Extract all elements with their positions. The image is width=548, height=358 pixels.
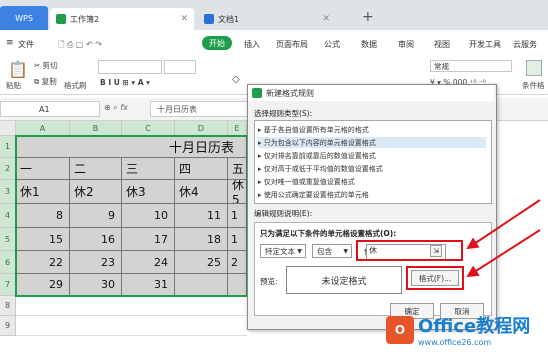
annotation-arrows: [466, 199, 541, 278]
arrow-to-format-button: [466, 229, 541, 278]
watermark: O Office教程网 www.office26.com: [386, 312, 530, 347]
arrow-to-value: [466, 199, 541, 250]
watermark-url: www.office26.com: [418, 338, 492, 347]
watermark-text: Office教程网: [418, 316, 531, 337]
office-logo-icon: O: [386, 315, 414, 344]
